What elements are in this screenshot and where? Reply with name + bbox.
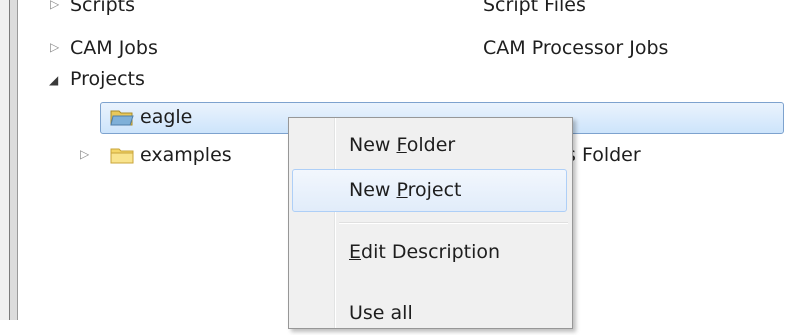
expand-arrow-icon[interactable]: ▷: [50, 0, 59, 21]
menu-item-label: Use all: [349, 302, 413, 324]
tree-item-cam-jobs[interactable]: ▷ CAM Jobs CAM Processor Jobs: [0, 31, 792, 65]
tree-item-projects[interactable]: ◢ Projects: [0, 62, 792, 96]
tree-item-scripts[interactable]: ▷ Scripts Script Files: [0, 0, 792, 22]
tree-item-label: examples: [140, 144, 232, 166]
folder-icon: [110, 148, 134, 164]
open-folder-icon: [110, 110, 134, 126]
context-menu: New Folder New Project Edit Description …: [288, 117, 573, 329]
menu-item-label: New Project: [349, 179, 462, 201]
menu-item-label: Edit Description: [349, 241, 501, 263]
menu-item-label: New Folder: [349, 134, 456, 156]
tree-item-label: CAM Jobs: [70, 37, 158, 59]
expand-arrow-icon[interactable]: ▷: [50, 30, 59, 64]
collapse-arrow-icon[interactable]: ◢: [49, 63, 58, 97]
tree-item-label: eagle: [140, 106, 193, 128]
tree-item-description: s Folder: [566, 144, 641, 166]
tree-item-label: Projects: [70, 68, 145, 90]
menu-item-new-folder[interactable]: New Folder: [292, 124, 567, 167]
tree-item-description: Script Files: [483, 0, 586, 16]
menu-separator: [339, 222, 568, 224]
menu-item-use-all[interactable]: Use all: [292, 292, 567, 335]
tree-item-label: Scripts: [70, 0, 136, 16]
expand-arrow-icon[interactable]: ▷: [80, 137, 89, 171]
menu-item-edit-description[interactable]: Edit Description: [292, 231, 567, 274]
tree-item-description: CAM Processor Jobs: [483, 37, 669, 59]
menu-item-new-project[interactable]: New Project: [292, 169, 567, 212]
